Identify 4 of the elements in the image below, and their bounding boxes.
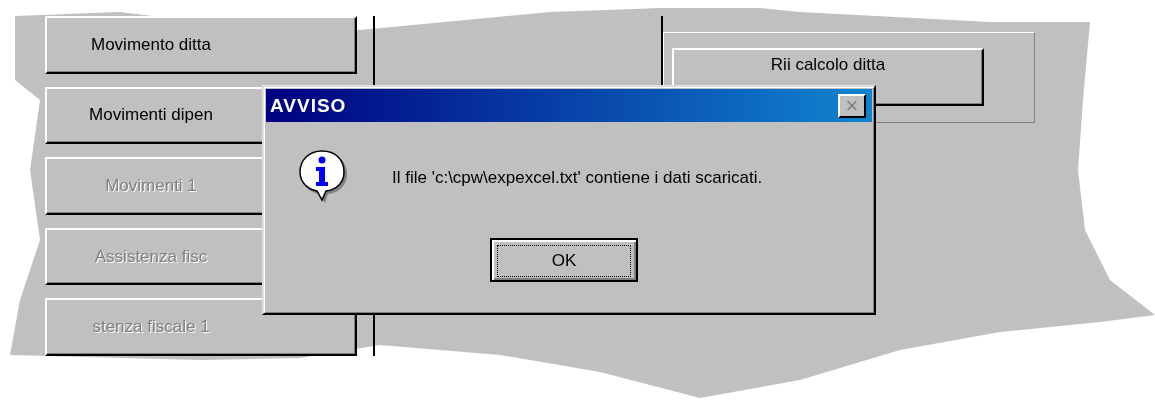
dialog-message: Il file 'c:\cpw\expexcel.txt' contiene i dati scaricati.: [392, 168, 763, 188]
ok-button[interactable]: OK: [490, 238, 638, 282]
form-button[interactable]: Movimento ditta: [45, 16, 357, 74]
dialog-title: AVVISO: [270, 94, 347, 117]
